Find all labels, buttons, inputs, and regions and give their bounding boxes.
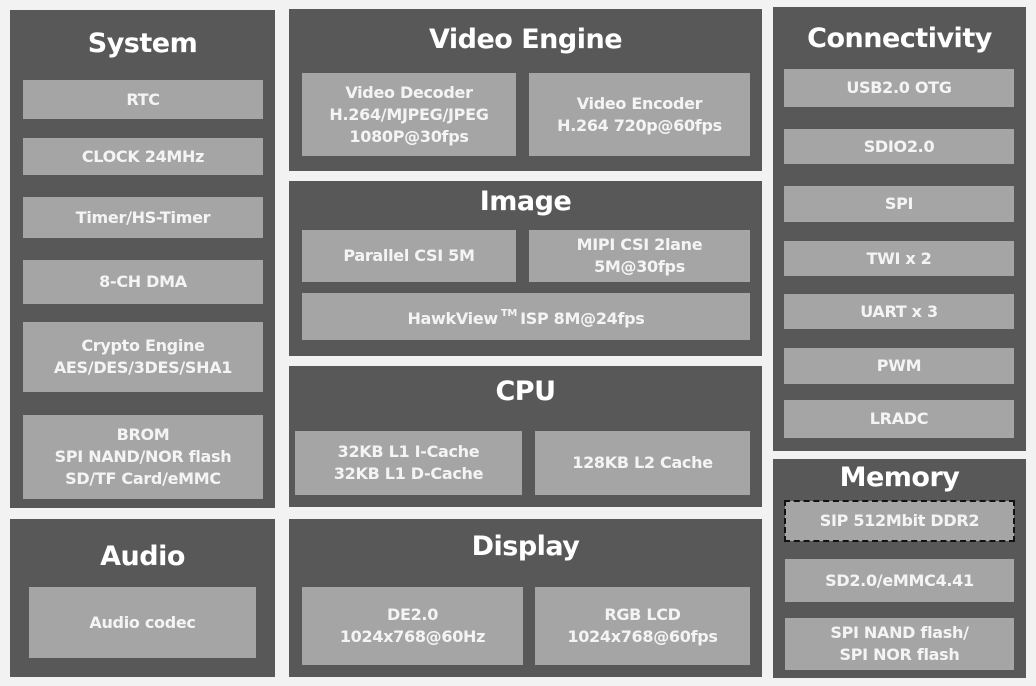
block-line: CLOCK 24MHz: [81, 146, 205, 166]
block-line: 1080P@30fps: [349, 126, 469, 146]
block-line: Audio codec: [89, 612, 196, 632]
system-block-timer: Timer/HS-Timer: [23, 197, 263, 238]
system-block-brom: BROM SPI NAND/NOR flash SD/TF Card/eMMC: [23, 415, 263, 499]
block-line: DE2.0: [386, 605, 439, 624]
video-encoder-block: Video Encoder H.264 720p@60fps: [529, 73, 750, 156]
block-line: 128KB L2 Cache: [572, 453, 713, 472]
cpu-panel: CPU 32KB L1 I-Cache 32KB L1 D-Cache 128K…: [289, 366, 762, 507]
image-title: Image: [479, 186, 572, 217]
block-line: SPI: [884, 194, 914, 213]
block-line: 8-CH DMA: [99, 272, 187, 291]
block-line: 5M@30fps: [594, 257, 685, 276]
display-panel: Display DE2.0 1024x768@60Hz RGB LCD 1024…: [289, 519, 762, 677]
audio-block-codec: Audio codec: [29, 587, 256, 658]
isp-suffix: ISP 8M@24fps: [520, 309, 645, 328]
twi-block: TWI x 2: [784, 241, 1014, 276]
video-engine-title: Video Engine: [428, 24, 623, 55]
connectivity-panel: Connectivity USB2.0 OTG SDIO2.0 SPI TWI …: [773, 7, 1026, 451]
parallel-csi-block: Parallel CSI 5M: [302, 230, 516, 282]
block-line: SD2.0/eMMC4.41: [825, 570, 974, 590]
memory-title: Memory: [839, 462, 960, 493]
trademark-mark: TM: [500, 308, 518, 319]
system-block-rtc: RTC: [23, 80, 263, 119]
system-panel: System RTC CLOCK 24MHz Timer/HS-Timer 8-…: [10, 10, 275, 508]
display-title: Display: [471, 531, 580, 562]
block-line: PWM: [876, 356, 922, 375]
block-line: TWI x 2: [866, 248, 932, 268]
block-line: MIPI CSI 2lane: [576, 235, 703, 254]
video-decoder-block: Video Decoder H.264/MJPEG/JPEG 1080P@30f…: [302, 73, 516, 156]
l1-cache-block: 32KB L1 I-Cache 32KB L1 D-Cache: [295, 431, 522, 495]
audio-panel: Audio Audio codec: [10, 519, 275, 677]
l2-cache-block: 128KB L2 Cache: [535, 431, 750, 495]
lradc-block: LRADC: [784, 400, 1014, 438]
usb-otg-block: USB2.0 OTG: [784, 69, 1014, 107]
block-line: SPI NOR flash: [839, 645, 960, 664]
block-line: SIP 512Mbit DDR2: [819, 511, 980, 530]
block-line: UART x 3: [860, 301, 938, 321]
block-line: USB2.0 OTG: [846, 78, 952, 97]
audio-title: Audio: [100, 541, 185, 572]
block-line: H.264/MJPEG/JPEG: [329, 104, 489, 124]
de-block: DE2.0 1024x768@60Hz: [302, 587, 523, 665]
system-block-clock: CLOCK 24MHz: [23, 138, 263, 175]
image-panel: Image Parallel CSI 5M MIPI CSI 2lane 5M@…: [289, 181, 762, 356]
block-line: RGB LCD: [604, 605, 681, 624]
block-line: BROM: [116, 425, 170, 444]
block-line: 1024x768@60fps: [567, 627, 718, 646]
spi-block: SPI: [784, 186, 1014, 222]
block-line: 32KB L1 D-Cache: [333, 464, 484, 483]
connectivity-title: Connectivity: [807, 23, 992, 54]
sdio-block: SDIO2.0: [784, 129, 1014, 164]
uart-block: UART x 3: [784, 294, 1014, 329]
block-line: 32KB L1 I-Cache: [337, 442, 480, 461]
block-line: Crypto Engine: [81, 336, 205, 355]
memory-panel: Memory SIP 512Mbit DDR2 SD2.0/eMMC4.41 S…: [773, 459, 1026, 678]
block-line: LRADC: [869, 409, 929, 428]
block-line: SPI NAND flash/: [830, 623, 969, 642]
block-line: RTC: [126, 89, 160, 109]
block-line: SDIO2.0: [863, 136, 935, 156]
isp-block: HawkView TM ISP 8M@24fps: [302, 293, 750, 340]
spi-flash-block: SPI NAND flash/ SPI NOR flash: [785, 618, 1014, 670]
block-line: Video Decoder: [345, 82, 473, 102]
system-block-dma: 8-CH DMA: [23, 260, 263, 304]
isp-label: HawkView TM ISP 8M@24fps: [407, 303, 644, 330]
block-line: Parallel CSI 5M: [343, 246, 475, 265]
video-engine-panel: Video Engine Video Decoder H.264/MJPEG/J…: [289, 9, 762, 171]
block-line: 1024x768@60Hz: [339, 627, 486, 646]
block-line: Video Encoder: [576, 93, 703, 113]
block-line: Timer/HS-Timer: [75, 207, 211, 227]
sip-ddr2-block: SIP 512Mbit DDR2: [784, 500, 1015, 542]
block-line: SD/TF Card/eMMC: [65, 469, 221, 488]
system-block-crypto: Crypto Engine AES/DES/3DES/SHA1: [23, 322, 263, 392]
rgb-lcd-block: RGB LCD 1024x768@60fps: [535, 587, 750, 665]
block-line: SPI NAND/NOR flash: [54, 447, 232, 466]
system-title: System: [87, 28, 198, 59]
block-line: H.264 720p@60fps: [557, 115, 722, 135]
cpu-title: CPU: [495, 376, 556, 407]
sd-emmc-block: SD2.0/eMMC4.41: [785, 559, 1014, 602]
pwm-block: PWM: [784, 348, 1014, 384]
mipi-csi-block: MIPI CSI 2lane 5M@30fps: [529, 230, 750, 282]
isp-prefix: HawkView: [407, 309, 498, 328]
block-line: AES/DES/3DES/SHA1: [53, 358, 233, 377]
